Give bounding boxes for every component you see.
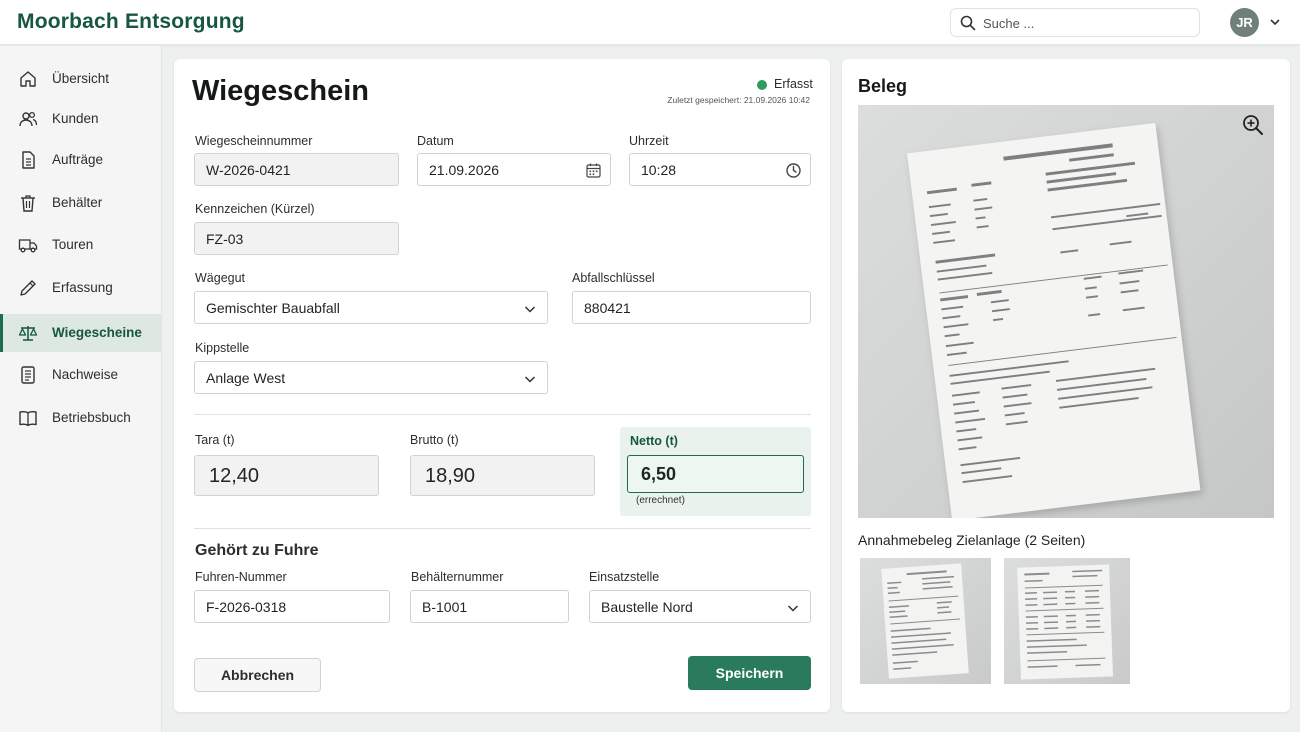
calendar-icon[interactable] [585,162,602,179]
status-text: Erfasst [774,77,813,91]
kennzeichen-label: Kennzeichen (Kürzel) [195,202,315,216]
field-value: 21.09.2026 [429,162,500,178]
zoom-in-icon[interactable] [1242,114,1264,136]
field-value: 880421 [584,300,631,316]
uhrzeit-field[interactable]: 10:28 [629,153,811,186]
fuhren-nummer-field[interactable]: F-2026-0318 [194,590,390,623]
abfallschluessel-label: Abfallschlüssel [572,271,655,285]
kennzeichen-field[interactable]: FZ-03 [194,222,399,255]
truck-icon [18,239,38,253]
einsatzstelle-select[interactable]: Baustelle Nord [589,590,811,623]
sidebar-item-wiegescheine[interactable]: Wiegescheine [0,314,161,352]
tara-label: Tara (t) [195,433,235,447]
field-value: Gemischter Bauabfall [206,300,340,316]
page-title: Wiegeschein [192,75,370,107]
behaelternummer-field[interactable]: B-1001 [410,590,569,623]
sidebar-item-erfassung[interactable]: Erfassung [0,269,161,307]
field-value: 12,40 [209,465,260,487]
status-dot-icon [757,80,767,90]
document-scan-image [907,122,1201,518]
clock-icon[interactable] [785,162,802,179]
sidebar-item-label: Betriebsbuch [52,410,131,425]
sidebar-item-label: Behälter [52,195,103,210]
field-value: Baustelle Nord [601,599,693,615]
top-bar: Moorbach Entsorgung JR [0,0,1300,45]
cancel-button[interactable]: Abbrechen [194,658,321,692]
field-value: 10:28 [641,162,677,178]
chevron-down-icon[interactable] [1268,15,1282,29]
netto-field: 6,50 [627,455,804,493]
brutto-label: Brutto (t) [410,433,459,447]
section-divider [194,414,811,415]
sidebar-item-kunden[interactable]: Kunden [0,100,161,138]
behaelternummer-label: Behälternummer [411,570,504,584]
brutto-field[interactable]: 18,90 [410,455,595,496]
save-button[interactable]: Speichern [688,656,811,690]
field-value: 18,90 [425,465,476,487]
app-brand[interactable]: Moorbach Entsorgung [17,10,245,34]
chevron-down-icon [524,306,536,313]
netto-note: (errechnet) [636,495,685,506]
sidebar-item-betriebsbuch[interactable]: Betriebsbuch [0,399,161,437]
sidebar-item-label: Erfassung [52,280,113,295]
field-value: F-2026-0318 [206,599,287,615]
wiegescheinnummer-field[interactable]: W-2026-0421 [194,153,399,186]
section-divider [194,528,811,529]
list-document-icon [21,366,35,384]
sidebar-item-auftraege[interactable]: Aufträge [0,141,161,179]
field-value: FZ-03 [206,231,244,247]
field-value: W-2026-0421 [206,162,291,178]
search-box[interactable] [950,8,1200,37]
kippstelle-label: Kippstelle [195,341,250,355]
sidebar-item-behaelter[interactable]: Behälter [0,184,161,222]
sidebar-item-uebersicht[interactable]: Übersicht [0,60,161,98]
sidebar-item-label: Übersicht [52,71,110,86]
thumbnail-page-2[interactable] [1004,558,1130,684]
beleg-caption: Annahmebeleg Zielanlage (2 Seiten) [858,532,1086,548]
users-icon [19,111,38,127]
tara-field[interactable]: 12,40 [194,455,379,496]
chevron-down-icon [524,376,536,383]
fuhren-nummer-label: Fuhren-Nummer [195,570,287,584]
waegegut-label: Wägegut [195,271,246,285]
einsatzstelle-label: Einsatzstelle [589,570,660,584]
field-value: Anlage West [206,370,286,386]
home-icon [20,71,36,87]
sidebar-item-nachweise[interactable]: Nachweise [0,356,161,394]
netto-label: Netto (t) [630,434,678,448]
sidebar-item-label: Wiegescheine [52,325,142,340]
sidebar-item-label: Nachweise [52,367,119,382]
thumbnail-image [1017,564,1113,680]
sidebar-item-label: Touren [52,237,94,252]
scale-icon [18,326,38,341]
user-avatar[interactable]: JR [1230,8,1259,37]
thumbnail-image [881,563,969,679]
search-icon [960,15,976,31]
last-saved-text: Zuletzt gespeichert: 21.09.2026 10:42 [667,95,810,105]
waegegut-select[interactable]: Gemischter Bauabfall [194,291,548,324]
document-preview[interactable] [858,105,1274,518]
search-input[interactable] [983,13,1193,33]
chevron-down-icon [787,605,799,612]
book-icon [19,411,37,427]
beleg-title: Beleg [858,76,908,96]
sidebar: Übersicht Kunden Aufträge Behälter Toure… [0,46,162,732]
thumbnail-page-1[interactable] [860,558,991,684]
fuhre-section-title: Gehört zu Fuhre [195,542,319,559]
sidebar-item-label: Kunden [52,111,99,126]
pencil-icon [20,280,36,296]
datum-field[interactable]: 21.09.2026 [417,153,611,186]
field-value: 6,50 [641,464,677,484]
datum-label: Datum [417,134,454,148]
wiegescheinnummer-label: Wiegescheinnummer [195,134,313,148]
abfallschluessel-field[interactable]: 880421 [572,291,811,324]
uhrzeit-label: Uhrzeit [629,134,669,148]
document-icon [22,151,35,169]
field-value: B-1001 [422,599,468,615]
kippstelle-select[interactable]: Anlage West [194,361,548,394]
trash-icon [21,195,35,212]
sidebar-item-label: Aufträge [52,152,104,167]
sidebar-item-touren[interactable]: Touren [0,226,161,264]
